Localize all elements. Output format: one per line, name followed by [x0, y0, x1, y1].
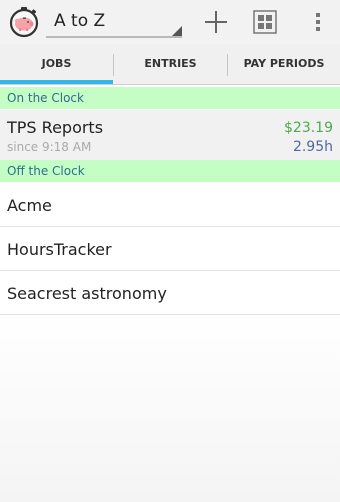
sort-order-dropdown[interactable]: A to Z [46, 8, 182, 38]
job-name: HoursTracker [7, 240, 112, 259]
section-header-on-the-clock: On the Clock [0, 87, 340, 109]
clock-in-time: since 9:18 AM [7, 140, 92, 154]
dropdown-corner-icon [172, 26, 182, 36]
action-bar: A to Z [0, 0, 340, 44]
sort-order-value: A to Z [54, 11, 106, 31]
job-name: Seacrest astronomy [7, 284, 167, 303]
grid-view-icon[interactable] [247, 4, 283, 40]
list-item[interactable]: Seacrest astronomy [0, 272, 340, 315]
selected-tab-indicator [0, 80, 113, 84]
list-item[interactable]: Acme [0, 184, 340, 227]
tab-jobs[interactable]: JOBS [0, 44, 113, 84]
overflow-menu-icon[interactable] [300, 4, 336, 40]
hours-worked: 2.95h [292, 139, 333, 155]
app-window: A to Z JOBS ENTRIES PAY PERIODS On the C… [0, 0, 340, 502]
section-header-off-the-clock: Off the Clock [0, 160, 340, 182]
list-item[interactable]: HoursTracker [0, 228, 340, 271]
job-name: TPS Reports [7, 118, 104, 137]
plus-icon[interactable] [198, 4, 234, 40]
stopwatch-piggy-bank-icon[interactable] [8, 6, 40, 38]
earned-amount: $23.19 [284, 120, 333, 136]
tab-entries[interactable]: ENTRIES [114, 44, 227, 84]
active-job-row[interactable]: TPS Reports since 9:18 AM $23.19 2.95h [0, 110, 340, 160]
job-name: Acme [7, 196, 52, 215]
tab-bar: JOBS ENTRIES PAY PERIODS [0, 44, 340, 85]
tab-pay-periods[interactable]: PAY PERIODS [228, 44, 340, 84]
